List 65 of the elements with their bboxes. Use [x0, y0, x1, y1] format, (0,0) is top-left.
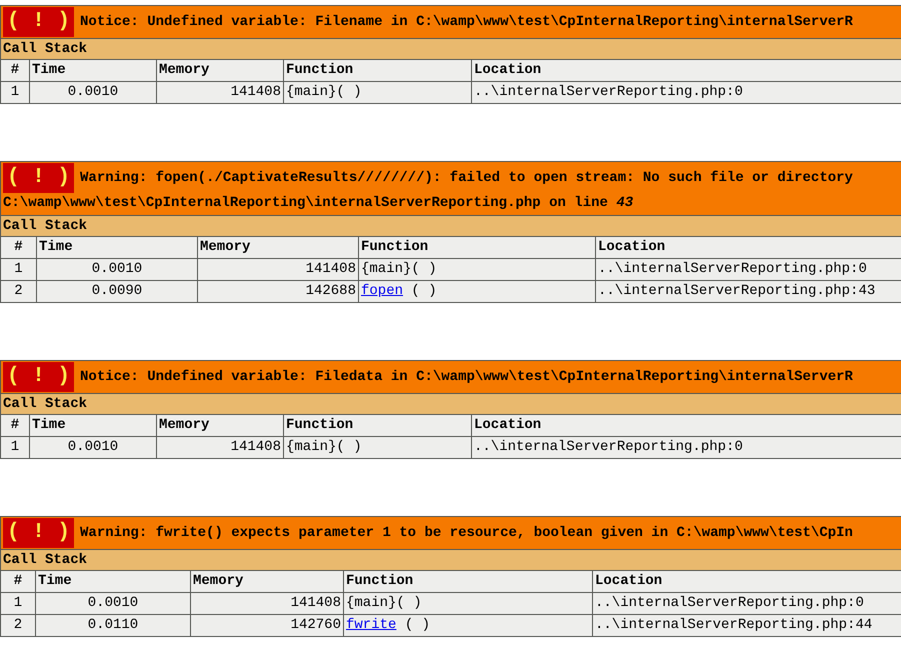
table-cell: 141408 — [190, 592, 344, 614]
column-header: Memory — [156, 414, 284, 436]
table-cell: 1 — [0, 436, 30, 458]
column-header: Function — [344, 570, 592, 592]
table-cell: {main}( ) — [284, 82, 472, 104]
error-badge: ( ! ) — [3, 163, 74, 193]
table-cell: 0.0010 — [36, 592, 190, 614]
column-header: Memory — [156, 60, 284, 82]
column-header: # — [0, 414, 30, 436]
error-message: Notice: Undefined variable: Filedata in C:\wamp\www\test\CpInternalReporting\internalServerR — [80, 368, 853, 385]
column-header: Function — [284, 60, 472, 82]
column-header: Location — [592, 570, 901, 592]
column-header: Function — [284, 414, 472, 436]
call-stack-title: Call Stack — [0, 549, 901, 570]
error-message: Warning: fopen(./CaptivateResults////////): failed to open stream: No such file or directory — [80, 170, 853, 186]
function-link[interactable]: fwrite — [346, 616, 396, 633]
error-message: C:\wamp\www\test\CpInternalReporting\internalServerReporting.php on line 43 — [3, 195, 634, 211]
table-cell: 0.0090 — [36, 280, 198, 302]
table-cell: 142760 — [190, 614, 344, 636]
error-message: Notice: Undefined variable: Filename in C:\wamp\www\test\CpInternalReporting\internalServerR — [80, 14, 853, 30]
function-link[interactable]: fopen — [361, 282, 404, 299]
table-cell: 1 — [0, 82, 30, 104]
table-cell: 2 — [0, 614, 36, 636]
column-header: Time — [36, 236, 198, 258]
table-cell: 0.0010 — [30, 436, 156, 458]
column-header: # — [0, 60, 30, 82]
column-header: # — [0, 236, 36, 258]
table-cell: ..\internalServerReporting.php:0 — [592, 592, 901, 614]
table-cell: 1 — [0, 592, 36, 614]
table-cell: 2 — [0, 280, 36, 302]
table-cell: ..\internalServerReporting.php:0 — [472, 436, 901, 458]
column-header: Memory — [190, 570, 344, 592]
error-badge: ( ! ) — [3, 362, 74, 392]
call-stack-title: Call Stack — [0, 393, 901, 414]
table-cell: {main}( ) — [344, 592, 592, 614]
table-cell: ..\internalServerReporting.php:0 — [472, 82, 901, 104]
column-header: Time — [36, 570, 190, 592]
error-badge: ( ! ) — [3, 7, 74, 37]
table-cell: {main}( ) — [284, 436, 472, 458]
table-cell: ..\internalServerReporting.php:44 — [592, 614, 901, 636]
column-header: Function — [358, 236, 596, 258]
column-header: Location — [472, 60, 901, 82]
column-header: Time — [30, 414, 156, 436]
error-message: Warning: fwrite() expects parameter 1 to be resource, boolean given in C:\wamp\www\test\CpIn — [80, 524, 853, 541]
table-cell: ..\internalServerReporting.php:43 — [596, 280, 901, 302]
column-header: Location — [472, 414, 901, 436]
column-header: Location — [596, 236, 901, 258]
table-cell: 1 — [0, 258, 36, 280]
table-cell: 0.0010 — [36, 258, 198, 280]
error-badge: ( ! ) — [3, 518, 74, 548]
function-args: ( ) — [404, 616, 430, 633]
column-header: Memory — [198, 236, 358, 258]
table-cell: {main}( ) — [358, 258, 596, 280]
table-cell: 0.0010 — [30, 82, 156, 104]
column-header: Time — [30, 60, 156, 82]
column-header: # — [0, 570, 36, 592]
table-cell: ..\internalServerReporting.php:0 — [596, 258, 901, 280]
call-stack-title: Call Stack — [0, 215, 901, 236]
table-cell: 141408 — [156, 436, 284, 458]
call-stack-title: Call Stack — [0, 38, 901, 60]
table-cell: 0.0110 — [36, 614, 190, 636]
function-args: ( ) — [410, 282, 437, 299]
table-cell: 141408 — [198, 258, 358, 280]
table-cell: 142688 — [198, 280, 358, 302]
table-cell: 141408 — [156, 82, 284, 104]
